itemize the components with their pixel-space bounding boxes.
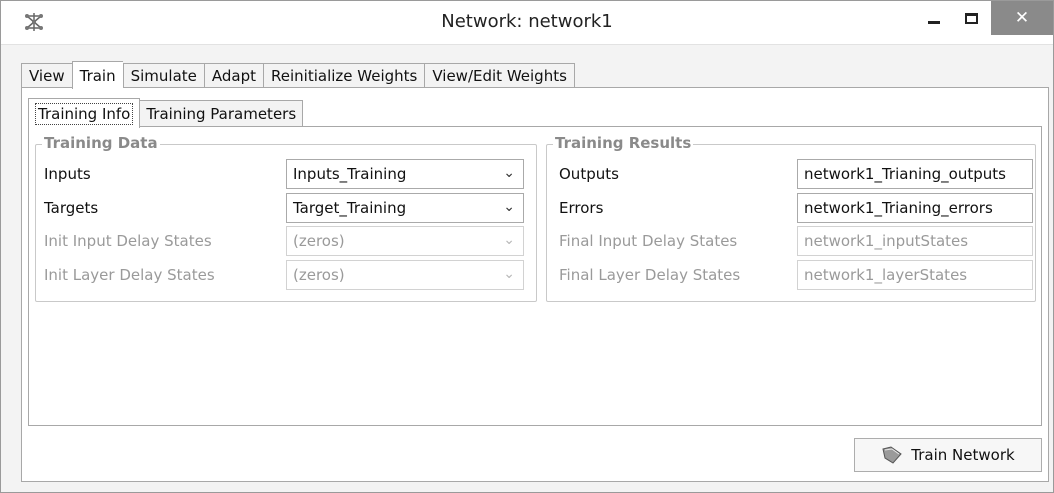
training-info-panel: Training Data Inputs Inputs_Training ⌄ Ta… — [28, 126, 1042, 426]
init-input-delay-select: (zeros) ⌄ — [286, 226, 524, 256]
chevron-down-icon: ⌄ — [503, 199, 515, 215]
main-tabs: View Train Simulate Adapt Reinitialize W… — [21, 61, 575, 89]
training-results-group: Training Results Outputs network1_Triani… — [546, 134, 1036, 302]
init-input-delay-value: (zeros) — [293, 232, 345, 250]
init-layer-delay-value: (zeros) — [293, 266, 345, 284]
errors-field[interactable]: network1_Trianing_errors — [797, 193, 1033, 223]
inputs-select[interactable]: Inputs_Training ⌄ — [286, 159, 524, 189]
inputs-label: Inputs — [44, 165, 91, 183]
train-network-button[interactable]: Train Network — [854, 438, 1042, 472]
maximize-icon — [964, 12, 978, 24]
tab-simulate[interactable]: Simulate — [122, 63, 204, 88]
inputs-value: Inputs_Training — [293, 165, 407, 183]
targets-label: Targets — [44, 199, 99, 217]
maximize-button[interactable] — [956, 1, 986, 35]
train-panel: Training Info Training Parameters Traini… — [21, 87, 1049, 482]
train-network-label: Train Network — [911, 446, 1015, 464]
minimize-button[interactable] — [919, 1, 949, 35]
targets-select[interactable]: Target_Training ⌄ — [286, 193, 524, 223]
chevron-down-icon: ⌄ — [503, 266, 515, 282]
init-layer-delay-select: (zeros) ⌄ — [286, 260, 524, 290]
minimize-icon — [928, 20, 940, 24]
outputs-label: Outputs — [559, 165, 619, 183]
chevron-down-icon: ⌄ — [503, 232, 515, 248]
tab-training-info-label: Training Info — [35, 102, 134, 125]
network-window: Network: network1 ✕ View Train Simulate … — [0, 0, 1054, 493]
final-input-delay-label: Final Input Delay States — [559, 232, 738, 250]
window-title: Network: network1 — [441, 11, 613, 32]
tab-view-edit-weights[interactable]: View/Edit Weights — [424, 63, 575, 88]
tab-train[interactable]: Train — [71, 61, 123, 89]
outputs-field[interactable]: network1_Trianing_outputs — [797, 159, 1033, 189]
title-bar[interactable]: Network: network1 ✕ — [1, 1, 1053, 45]
tab-training-parameters[interactable]: Training Parameters — [140, 100, 304, 127]
final-input-delay-field: network1_inputStates — [797, 226, 1033, 256]
tab-training-info[interactable]: Training Info — [28, 98, 141, 128]
tab-view[interactable]: View — [21, 63, 72, 88]
chevron-down-icon: ⌄ — [503, 165, 515, 181]
training-data-legend: Training Data — [42, 134, 160, 152]
targets-value: Target_Training — [293, 199, 407, 217]
final-layer-delay-label: Final Layer Delay States — [559, 266, 741, 284]
errors-label: Errors — [559, 199, 604, 217]
close-icon: ✕ — [1014, 8, 1030, 28]
tab-adapt[interactable]: Adapt — [203, 63, 264, 88]
training-results-legend: Training Results — [553, 134, 694, 152]
tab-reinitialize-weights[interactable]: Reinitialize Weights — [263, 63, 425, 88]
train-subtabs: Training Info Training Parameters — [28, 97, 304, 128]
init-layer-delay-label: Init Layer Delay States — [44, 266, 215, 284]
training-data-group: Training Data Inputs Inputs_Training ⌄ Ta… — [35, 134, 537, 302]
init-input-delay-label: Init Input Delay States — [44, 232, 212, 250]
close-button[interactable]: ✕ — [991, 1, 1053, 35]
final-layer-delay-field: network1_layerStates — [797, 260, 1033, 290]
train-network-icon — [882, 446, 903, 464]
